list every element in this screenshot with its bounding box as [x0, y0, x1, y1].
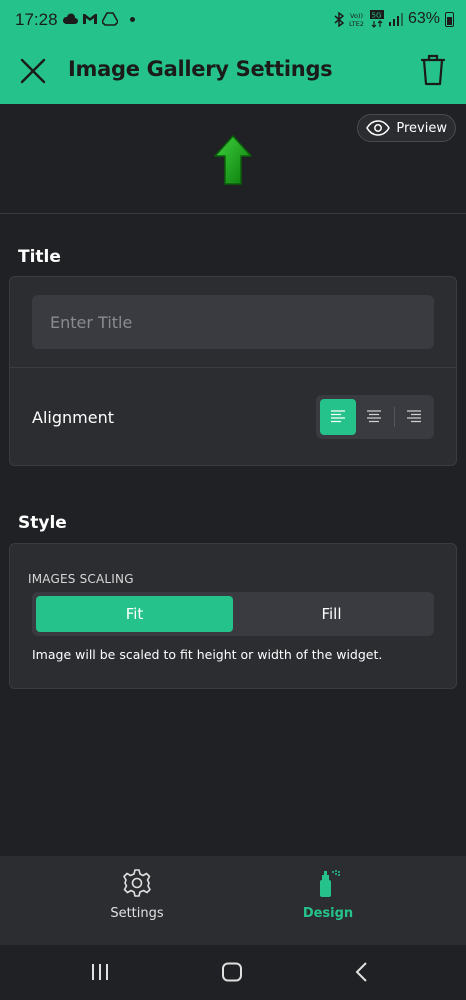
spray-can-icon [320, 870, 340, 897]
alignment-label: Alignment [32, 408, 114, 427]
scaling-fill-button[interactable]: Fill [233, 596, 430, 632]
recent-apps-icon[interactable] [90, 962, 110, 982]
nav-design-tab[interactable]: Design [268, 868, 388, 921]
scaling-fit-button[interactable]: Fit [36, 596, 233, 632]
svg-text:Vo)): Vo)) [350, 12, 363, 20]
preview-button[interactable]: Preview [357, 114, 456, 142]
svg-text:5G: 5G [371, 12, 381, 20]
back-icon[interactable] [354, 962, 370, 982]
eye-icon [366, 120, 391, 136]
page-title: Image Gallery Settings [68, 57, 333, 81]
trash-icon[interactable] [418, 53, 448, 87]
scaling-help-text: Image will be scaled to fit height or wi… [32, 647, 383, 662]
5g-icon: 5G [369, 10, 384, 28]
divider [10, 367, 456, 368]
battery-icon [445, 11, 454, 27]
system-navigation-bar [0, 945, 466, 1000]
svg-text:LTE2: LTE2 [349, 20, 364, 27]
align-center-icon [367, 410, 381, 423]
status-bar: 17:28 Vo)) LTE2 5G 63% [0, 0, 466, 40]
style-section-heading: Style [18, 513, 67, 533]
images-scaling-caption: IMAGES SCALING [28, 572, 134, 586]
nav-settings-label: Settings [110, 906, 164, 921]
battery-percent: 63% [407, 10, 440, 27]
cloud-icon [62, 13, 78, 24]
gear-icon [123, 869, 151, 897]
status-right-icons: Vo)) LTE2 5G 63% [334, 10, 454, 28]
more-notifications-dot [130, 16, 135, 22]
align-left-button[interactable] [320, 399, 356, 435]
signal-icon [388, 13, 403, 26]
preview-label: Preview [396, 120, 447, 136]
bluetooth-icon [334, 11, 344, 27]
align-center-button[interactable] [356, 399, 392, 435]
home-icon[interactable] [221, 962, 243, 982]
status-time: 17:28 [15, 10, 58, 29]
close-icon[interactable] [18, 56, 48, 86]
drive-icon [102, 12, 118, 26]
nav-design-label: Design [302, 906, 354, 921]
align-left-icon [331, 410, 345, 423]
title-input[interactable] [32, 295, 434, 349]
green-up-arrow-icon [214, 135, 252, 185]
title-card: Alignment [9, 276, 457, 466]
bottom-navigation: Settings Design [0, 856, 466, 945]
volte-icon: Vo))LTE2 [349, 12, 364, 27]
images-scaling-selector: Fit Fill [32, 592, 434, 636]
notification-icons [62, 12, 135, 26]
widget-preview-area: Preview [0, 104, 466, 214]
app-bar: Image Gallery Settings [0, 40, 466, 104]
title-section-heading: Title [18, 247, 61, 267]
nav-settings-tab[interactable]: Settings [77, 868, 197, 921]
alignment-selector [316, 395, 434, 439]
alignment-separator [394, 407, 395, 427]
align-right-button[interactable] [396, 399, 432, 435]
style-card: IMAGES SCALING Fit Fill Image will be sc… [9, 543, 457, 689]
align-right-icon [407, 410, 421, 423]
gmail-icon [83, 14, 97, 24]
